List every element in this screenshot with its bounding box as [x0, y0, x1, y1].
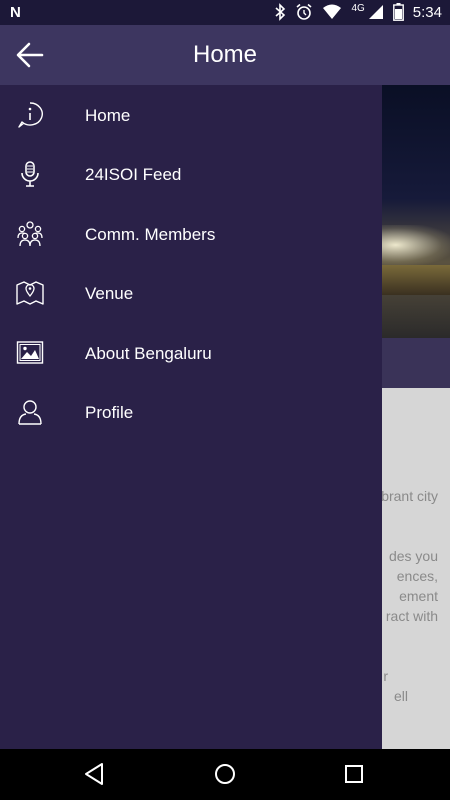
group-icon — [17, 221, 43, 247]
drawer-item-label: About Bengaluru — [85, 344, 212, 363]
drawer-item-label: Venue — [85, 284, 134, 303]
microphone-icon — [21, 161, 39, 187]
wifi-icon — [323, 4, 342, 19]
drawer-item-24isoi-feed[interactable]: 24ISOI Feed — [0, 145, 382, 204]
bg-text-line: ement — [399, 588, 438, 604]
network-type-label: 4G — [351, 2, 365, 14]
recents-square-icon[interactable] — [341, 761, 367, 787]
app-bar: Home — [0, 25, 450, 85]
drawer-item-venue[interactable]: Venue — [0, 264, 382, 323]
image-icon — [16, 341, 44, 364]
user-icon — [18, 400, 42, 425]
drawer-item-label: Comm. Members — [85, 225, 216, 244]
drawer-item-label: 24ISOI Feed — [85, 165, 182, 184]
back-triangle-icon[interactable] — [82, 761, 108, 787]
page-title: Home — [192, 41, 258, 68]
bg-text-line: ell — [393, 688, 408, 704]
bg-text-line: brant city — [382, 488, 438, 504]
home-circle-icon[interactable] — [212, 761, 238, 787]
drawer-item-label: Home — [85, 106, 131, 125]
hero-road — [382, 265, 450, 295]
bg-text-line: ences, — [396, 568, 438, 584]
hero-light — [382, 225, 450, 265]
bg-text-line: des you — [388, 548, 438, 564]
info-icon — [18, 102, 43, 128]
hero-image — [382, 85, 450, 338]
map-icon — [16, 281, 44, 305]
drawer-item-home[interactable]: Home — [0, 86, 382, 145]
navigation-drawer: Home 24ISOI Feed Comm. Members Venue Abo… — [0, 85, 382, 749]
battery-icon — [392, 3, 404, 21]
notification-n-icon: N — [10, 4, 21, 21]
bg-text-line: r — [383, 668, 388, 684]
background-page: brant city des you ences, ement ract wit… — [382, 85, 450, 749]
alarm-icon — [296, 3, 312, 20]
drawer-item-label: Profile — [85, 403, 134, 422]
cell-signal-icon — [368, 5, 383, 19]
clock: 5:34 — [412, 3, 442, 21]
drawer-item-about-bengaluru[interactable]: About Bengaluru — [0, 324, 382, 383]
status-bar: N 4G 5:34 — [0, 0, 450, 25]
hero-caption-band — [382, 338, 450, 388]
drawer-item-comm-members[interactable]: Comm. Members — [0, 205, 382, 264]
bluetooth-icon — [275, 3, 286, 21]
drawer-item-profile[interactable]: Profile — [0, 383, 382, 442]
bg-text-line: ract with — [385, 608, 438, 624]
system-nav-bar — [0, 749, 450, 800]
